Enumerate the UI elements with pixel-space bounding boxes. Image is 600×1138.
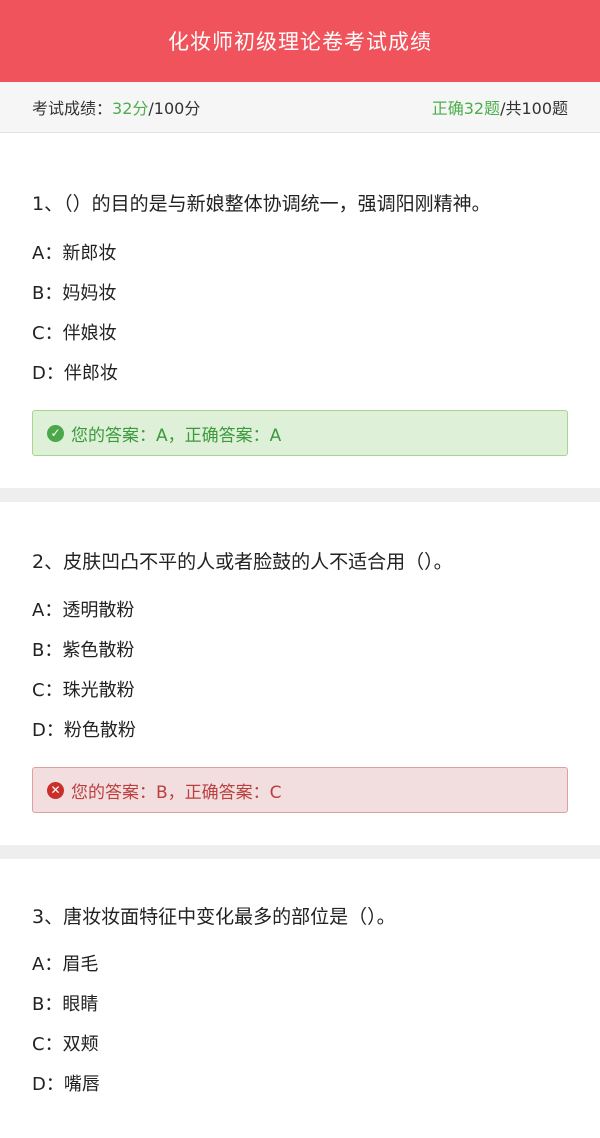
question-card: 2、皮肤凹凸不平的人或者脸鼓的人不适合用（）。 A：透明散粉 B：紫色散粉 C：… [0,502,600,845]
score-label: 考试成绩： [32,99,113,118]
section-divider [0,845,600,859]
option-a: A：透明散粉 [32,600,135,621]
page-title: 化妆师初级理论卷考试成绩 [168,30,432,54]
question-card: 3、唐妆妆面特征中变化最多的部位是（）。 A：眉毛 B：眼睛 C：双颊 D：嘴唇 [0,859,600,1105]
option-d: D：嘴唇 [32,1074,100,1095]
option-c: C：双颊 [32,1034,99,1055]
option-b: B：紫色散粉 [32,640,135,661]
score-total: /100分 [148,99,201,118]
correct-count: 正确32题 [431,99,501,118]
option-d: D：粉色散粉 [32,720,136,741]
app-header: 化妆师初级理论卷考试成绩 [0,0,600,82]
total-count: /共100题 [500,99,568,118]
question-text: 3、唐妆妆面特征中变化最多的部位是（）。 [32,906,396,928]
answer-result-correct: ✓ 您的答案：A，正确答案：A [32,410,568,456]
option-c: C：珠光散粉 [32,680,135,701]
option-b: B：眼睛 [32,994,99,1015]
answer-result-wrong: ✕ 您的答案：B，正确答案：C [32,767,568,813]
question-text: 1、（）的目的是与新娘整体协调统一，强调阳刚精神。 [32,193,491,215]
correct-count-info: 正确32题/共100题 [432,95,568,119]
option-a: A：眉毛 [32,954,99,975]
answer-text: 您的答案：A，正确答案：A [71,425,282,446]
question-card: 1、（）的目的是与新娘整体协调统一，强调阳刚精神。 A：新郎妆 B：妈妈妆 C：… [0,133,600,488]
answer-text: 您的答案：B，正确答案：C [71,782,282,803]
option-d: D：伴郎妆 [32,363,118,384]
section-divider [0,488,600,502]
score-value: 32分 [112,99,149,118]
question-text: 2、皮肤凹凸不平的人或者脸鼓的人不适合用（）。 [32,551,453,573]
x-circle-icon: ✕ [47,781,64,799]
option-a: A：新郎妆 [32,243,117,264]
option-b: B：妈妈妆 [32,283,117,304]
option-c: C：伴娘妆 [32,323,117,344]
score-summary: 考试成绩：32分/100分 正确32题/共100题 [0,82,600,133]
check-circle-icon: ✓ [47,424,64,442]
score-info: 考试成绩：32分/100分 [32,95,200,119]
